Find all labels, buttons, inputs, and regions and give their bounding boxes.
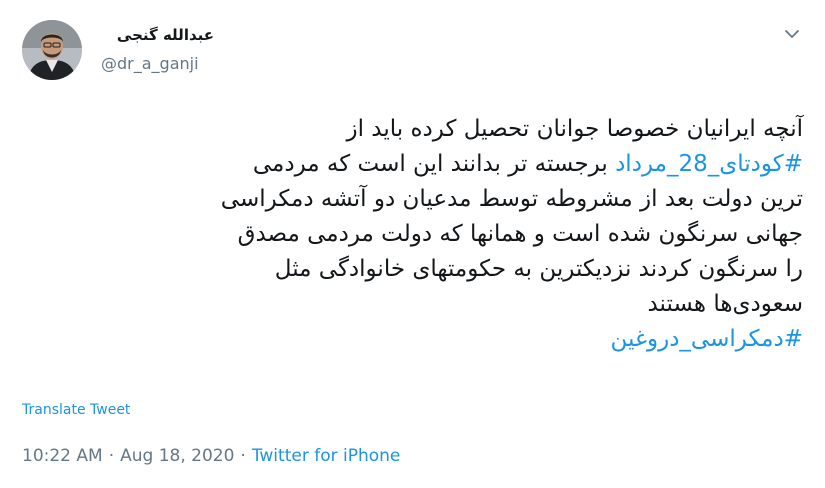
tweet-text-segment: سعودی‌ها هستند <box>647 291 803 317</box>
display-name[interactable]: عبدالله گنجی <box>117 26 214 44</box>
hashtag-link[interactable]: #کودتای_28_مرداد <box>615 151 803 177</box>
tweet-text-segment: آنچه ایرانیان خصوصا جوانان تحصیل کرده با… <box>346 116 804 142</box>
chevron-down-icon <box>785 30 799 38</box>
tweet-text-line: #دمکراسی_دروغین <box>3 322 804 357</box>
tweet-text-line: را سرنگون کردند نزدیکترین به حکومتهای خا… <box>3 252 803 287</box>
tweet-text-segment: جهانی سرنگون شده است و همانها که دولت مر… <box>237 221 803 247</box>
translate-tweet-link[interactable]: Translate Tweet <box>22 402 130 418</box>
user-handle[interactable]: @dr_a_ganji <box>101 54 199 73</box>
separator: · <box>108 446 115 466</box>
avatar-image <box>22 20 82 80</box>
tweet-text-line: جهانی سرنگون شده است و همانها که دولت مر… <box>3 217 803 252</box>
separator: · <box>240 446 246 466</box>
tweet-text-line: ترین دولت بعد از مشروطه توسط مدعیان دو آ… <box>3 182 803 217</box>
tweet-date[interactable]: Aug 18, 2020 <box>120 446 234 466</box>
tweet-metadata: 10:22 AM · Aug 18, 2020 · Twitter for iPhone <box>22 446 400 466</box>
tweet-text: آنچه ایرانیان خصوصا جوانان تحصیل کرده با… <box>3 112 803 357</box>
tweet-text-line: #کودتای_28_مرداد برجسته تر بدانند این اس… <box>3 147 803 182</box>
tweet-text-segment: ترین دولت بعد از مشروطه توسط مدعیان دو آ… <box>220 186 803 212</box>
tweet-text-line: آنچه ایرانیان خصوصا جوانان تحصیل کرده با… <box>3 112 804 147</box>
avatar[interactable] <box>22 20 82 80</box>
tweet-time[interactable]: 10:22 AM <box>22 446 103 466</box>
hashtag-link[interactable]: #دمکراسی_دروغین <box>611 326 804 352</box>
tweet-menu-button[interactable] <box>776 18 808 50</box>
tweet-text-segment: را سرنگون کردند نزدیکترین به حکومتهای خا… <box>274 256 803 282</box>
tweet-text-line: سعودی‌ها هستند <box>3 287 803 322</box>
tweet-text-segment: برجسته تر بدانند این است که مردمی <box>252 151 616 177</box>
tweet-card: عبدالله گنجی @dr_a_ganji آنچه ایرانیان خ… <box>0 0 825 488</box>
tweet-source-link[interactable]: Twitter for iPhone <box>252 446 401 466</box>
